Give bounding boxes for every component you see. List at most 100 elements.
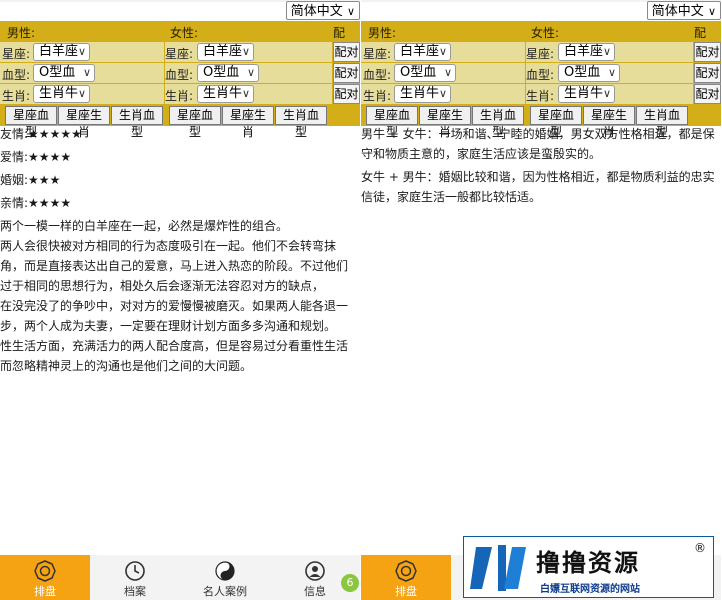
chevron-down-icon: ∨ <box>82 66 91 79</box>
result-text: 友情:★★★★★ 爱情:★★★★ 婚姻:★★★ 亲情:★★★★ 两个一模一样的白… <box>0 124 358 376</box>
pair-zodiac-button[interactable]: 配对 <box>333 42 360 62</box>
pair-blood-button[interactable]: 配对 <box>694 63 721 83</box>
animal-label: 生肖: <box>2 89 31 103</box>
zodiac-label: 星座: <box>2 47 31 61</box>
nav-item-celebrity-cases[interactable]: 名人案例 <box>180 555 270 600</box>
watermark-subtitle: 白嫖互联网资源的网站 <box>540 584 640 595</box>
male-zodiac-animal-button[interactable]: 星座生肖 <box>419 106 471 139</box>
language-value: 简体中文 <box>290 4 343 19</box>
female-header: 女性: <box>170 26 199 40</box>
language-select[interactable]: 简体中文 ∨ <box>646 1 721 20</box>
chevron-down-icon: ∨ <box>602 45 611 58</box>
pair-animal-button[interactable]: 配对 <box>333 84 360 104</box>
paragraph: 两人会很快被对方相同的行为态度吸引在一起。他们不会转弯抹角，而是直接表达出自己的… <box>0 239 349 293</box>
female-animal-blood-button[interactable]: 生肖血型 <box>275 106 327 139</box>
female-zodiac-animal-button[interactable]: 星座生肖 <box>222 106 274 139</box>
rating-friendship: 友情:★★★★★ <box>0 127 82 141</box>
nav-item-archive[interactable]: 档案 <box>90 555 180 600</box>
female-blood-select[interactable]: O型血 ∨ <box>197 64 259 82</box>
form-header: 男性: 女性: 配对: <box>361 21 721 57</box>
paragraph: 在没完没了的争吵中，对对方的爱慢慢被磨灭。如果两人能各退一步，两个人成为夫妻，一… <box>0 299 349 333</box>
male-animal-blood-button[interactable]: 生肖血型 <box>111 106 163 139</box>
male-header: 男性: <box>7 26 36 40</box>
notification-badge[interactable]: 6 <box>341 574 359 592</box>
rating-family: 亲情:★★★★ <box>0 196 72 210</box>
paragraph: 两个一模一样的白羊座在一起，必然是爆炸性的组合。 <box>0 219 289 233</box>
male-animal-select[interactable]: 生肖牛 ∨ <box>394 85 451 103</box>
female-zodiac-select[interactable]: 白羊座 ∨ <box>197 43 254 61</box>
left-pane: 简体中文 ∨ 男性: 女性: 配对: 星座: 白羊座∨ 星座: 白羊座∨ 配对 <box>0 0 360 600</box>
form-header: 男性: 女性: 配对: <box>0 21 360 57</box>
animal-label: 生肖: <box>165 89 194 103</box>
male-zodiac-select[interactable]: 白羊座 ∨ <box>394 43 451 61</box>
female-animal-select[interactable]: 生肖牛 ∨ <box>558 85 615 103</box>
chevron-down-icon: ∨ <box>246 66 255 79</box>
zodiac-row: 星座: 白羊座 ∨ 星座: 白羊座 ∨ 配对 <box>0 42 360 62</box>
blood-label: 血型: <box>526 68 555 82</box>
bottom-nav: 排盘 档案 名人案例 信息 <box>0 555 360 600</box>
right-pane: 简体中文 ∨ 男性: 女性: 配对: 星座: 白羊座∨ 星座: 白羊座∨ 配对 <box>361 0 721 600</box>
clock-icon <box>125 561 145 581</box>
chevron-down-icon: ∨ <box>602 87 611 100</box>
male-animal-select[interactable]: 生肖牛 ∨ <box>33 85 90 103</box>
chevron-down-icon: ∨ <box>707 5 716 18</box>
male-blood-select[interactable]: O型血 ∨ <box>394 64 456 82</box>
female-zodiac-blood-button[interactable]: 星座血型 <box>169 106 221 139</box>
paragraph: 性生活方面，充满活力的两人配合度高，但是容易过分看重性生活而忽略精神灵上的沟通也… <box>0 339 349 373</box>
female-zodiac-blood-button[interactable]: 星座血型 <box>530 106 582 139</box>
male-blood-select[interactable]: O型血 ∨ <box>33 64 95 82</box>
animal-row: 生肖: 生肖牛 ∨ 生肖: 生肖牛 ∨ 配对 <box>0 84 360 104</box>
zodiac-row: 星座: 白羊座 ∨ 星座: 白羊座 ∨ 配对 <box>361 42 721 62</box>
bagua-icon <box>395 560 417 582</box>
male-zodiac-blood-button[interactable]: 星座血型 <box>5 106 57 139</box>
nav-item-paipan[interactable]: 排盘 <box>361 555 451 600</box>
chevron-down-icon: ∨ <box>77 87 86 100</box>
registered-mark: ® <box>694 541 706 555</box>
rating-marriage: 婚姻:★★★ <box>0 173 61 187</box>
match-form: 男性: 女性: 配对: 星座: 白羊座∨ 星座: 白羊座∨ 配对 血型: <box>361 21 721 139</box>
chevron-down-icon: ∨ <box>241 45 250 58</box>
male-zodiac-animal-button[interactable]: 星座生肖 <box>58 106 110 139</box>
blood-label: 血型: <box>165 68 194 82</box>
chevron-down-icon: ∨ <box>346 5 355 18</box>
language-select[interactable]: 简体中文 ∨ <box>285 1 360 20</box>
blood-label: 血型: <box>2 68 31 82</box>
female-blood-select[interactable]: O型血 ∨ <box>558 64 620 82</box>
pair-zodiac-button[interactable]: 配对 <box>694 42 721 62</box>
zodiac-label: 星座: <box>526 47 555 61</box>
female-zodiac-animal-button[interactable]: 星座生肖 <box>583 106 635 139</box>
blood-row: 血型: O型血 ∨ 血型: O型血 ∨ 配对 <box>361 63 721 83</box>
pair-blood-button[interactable]: 配对 <box>333 63 360 83</box>
paragraph: 男牛 + 女牛：一场和谐、宁睦的婚姻，男女双方性格相近，都是保守和物质主意的，家… <box>361 127 715 161</box>
male-zodiac-blood-button[interactable]: 星座血型 <box>366 106 418 139</box>
result-text: 男牛 + 女牛：一场和谐、宁睦的婚姻，男女双方性格相近，都是保守和物质主意的，家… <box>361 124 719 207</box>
chevron-down-icon: ∨ <box>607 66 616 79</box>
animal-label: 生肖: <box>526 89 555 103</box>
zodiac-label: 星座: <box>165 47 194 61</box>
nav-item-paipan[interactable]: 排盘 <box>0 555 90 600</box>
chevron-down-icon: ∨ <box>77 45 86 58</box>
lulu-logo-icon <box>470 545 526 591</box>
animal-label: 生肖: <box>363 89 392 103</box>
rating-love: 爱情:★★★★ <box>0 150 72 164</box>
chevron-down-icon: ∨ <box>438 87 447 100</box>
chevron-down-icon: ∨ <box>241 87 250 100</box>
blood-label: 血型: <box>363 68 392 82</box>
female-header: 女性: <box>531 26 560 40</box>
male-header: 男性: <box>368 26 397 40</box>
chevron-down-icon: ∨ <box>443 66 452 79</box>
paragraph: 女牛 + 男牛：婚姻比较和谐，因为性格相近，都是物质利益的忠实信徒，家庭生活一般… <box>361 170 715 204</box>
female-animal-select[interactable]: 生肖牛 ∨ <box>197 85 254 103</box>
zodiac-label: 星座: <box>363 47 392 61</box>
blood-row: 血型: O型血 ∨ 血型: O型血 ∨ 配对 <box>0 63 360 83</box>
female-animal-blood-button[interactable]: 生肖血型 <box>636 106 688 139</box>
male-animal-blood-button[interactable]: 生肖血型 <box>472 106 524 139</box>
female-zodiac-select[interactable]: 白羊座 ∨ <box>558 43 615 61</box>
male-zodiac-select[interactable]: 白羊座 ∨ <box>33 43 90 61</box>
match-form: 男性: 女性: 配对: 星座: 白羊座∨ 星座: 白羊座∨ 配对 血型: <box>0 21 360 139</box>
yin-yang-icon <box>215 561 235 581</box>
pair-animal-button[interactable]: 配对 <box>694 84 721 104</box>
language-value: 简体中文 <box>651 4 704 19</box>
watermark-logo: 撸撸资源 ® 白嫖互联网资源的网站 <box>463 536 714 598</box>
combo-button-row: 星座血型 星座生肖 生肖血型 星座血型 星座生肖 生肖血型 <box>0 105 360 139</box>
